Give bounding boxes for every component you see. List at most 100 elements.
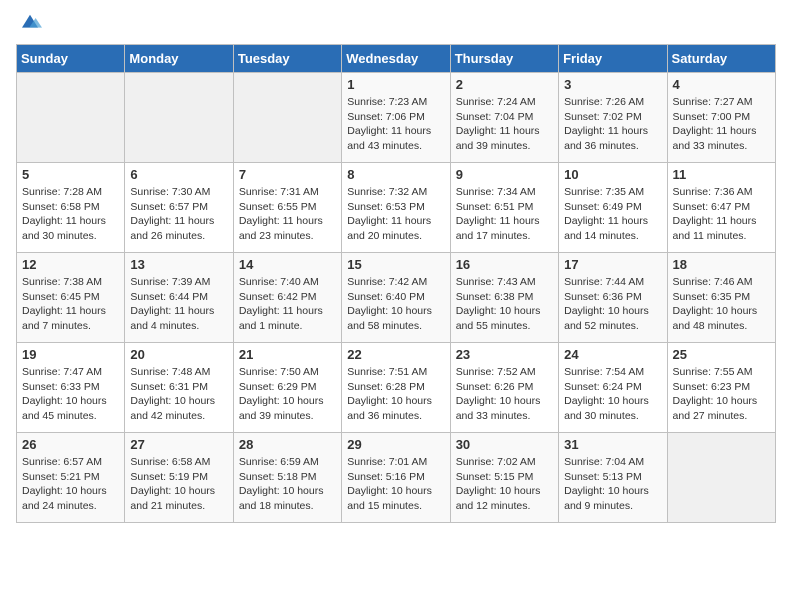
calendar-cell: 10 Sunrise: 7:35 AM Sunset: 6:49 PM Dayli… [559,163,667,253]
calendar-cell: 23 Sunrise: 7:52 AM Sunset: 6:26 PM Dayli… [450,343,558,433]
day-header-thursday: Thursday [450,45,558,73]
day-number: 17 [564,257,661,272]
day-number: 6 [130,167,227,182]
day-number: 3 [564,77,661,92]
day-number: 22 [347,347,444,362]
week-row-3: 12Sunrise: 7:38 AM Sunset: 6:45 PM Dayli… [17,253,776,343]
calendar-cell: 26 Sunrise: 6:57 AM Sunset: 5:21 PM Dayli… [17,433,125,523]
calendar-cell: 29 Sunrise: 7:01 AM Sunset: 5:16 PM Dayli… [342,433,450,523]
day-info: Sunrise: 7:34 AM Sunset: 6:51 PM Dayligh… [456,185,553,244]
day-number: 2 [456,77,553,92]
day-info: Sunrise: 7:48 AM Sunset: 6:31 PM Dayligh… [130,365,227,424]
calendar-cell: 9 Sunrise: 7:34 AM Sunset: 6:51 PM Daylig… [450,163,558,253]
day-info: Sunrise: 7:23 AM Sunset: 7:06 PM Dayligh… [347,95,444,154]
day-info: Sunrise: 7:02 AM Sunset: 5:15 PM Dayligh… [456,455,553,514]
day-number: 24 [564,347,661,362]
day-header-friday: Friday [559,45,667,73]
day-number: 11 [673,167,770,182]
day-number: 5 [22,167,119,182]
day-header-wednesday: Wednesday [342,45,450,73]
days-header-row: SundayMondayTuesdayWednesdayThursdayFrid… [17,45,776,73]
day-header-tuesday: Tuesday [233,45,341,73]
day-number: 9 [456,167,553,182]
day-number: 19 [22,347,119,362]
day-info: Sunrise: 7:51 AM Sunset: 6:28 PM Dayligh… [347,365,444,424]
day-header-monday: Monday [125,45,233,73]
day-number: 4 [673,77,770,92]
day-info: Sunrise: 7:47 AM Sunset: 6:33 PM Dayligh… [22,365,119,424]
day-number: 10 [564,167,661,182]
calendar-cell: 27 Sunrise: 6:58 AM Sunset: 5:19 PM Dayli… [125,433,233,523]
day-number: 16 [456,257,553,272]
calendar-cell [667,433,775,523]
calendar-cell: 16 Sunrise: 7:43 AM Sunset: 6:38 PM Dayli… [450,253,558,343]
day-number: 31 [564,437,661,452]
calendar-cell: 4 Sunrise: 7:27 AM Sunset: 7:00 PM Daylig… [667,73,775,163]
day-number: 27 [130,437,227,452]
calendar-cell: 15 Sunrise: 7:42 AM Sunset: 6:40 PM Dayli… [342,253,450,343]
day-info: Sunrise: 7:28 AM Sunset: 6:58 PM Dayligh… [22,185,119,244]
calendar-cell: 19 Sunrise: 7:47 AM Sunset: 6:33 PM Dayli… [17,343,125,433]
day-info: Sunrise: 7:50 AM Sunset: 6:29 PM Dayligh… [239,365,336,424]
day-info: Sunrise: 7:42 AM Sunset: 6:40 PM Dayligh… [347,275,444,334]
day-info: Sunrise: 7:26 AM Sunset: 7:02 PM Dayligh… [564,95,661,154]
day-number: 25 [673,347,770,362]
day-number: 23 [456,347,553,362]
calendar-cell: 25 Sunrise: 7:55 AM Sunset: 6:23 PM Dayli… [667,343,775,433]
day-number: 1 [347,77,444,92]
day-number: 29 [347,437,444,452]
calendar-cell: 13 Sunrise: 7:39 AM Sunset: 6:44 PM Dayli… [125,253,233,343]
day-info: Sunrise: 7:52 AM Sunset: 6:26 PM Dayligh… [456,365,553,424]
day-number: 26 [22,437,119,452]
calendar-cell [233,73,341,163]
day-info: Sunrise: 7:55 AM Sunset: 6:23 PM Dayligh… [673,365,770,424]
calendar-cell: 24 Sunrise: 7:54 AM Sunset: 6:24 PM Dayli… [559,343,667,433]
day-number: 28 [239,437,336,452]
day-info: Sunrise: 7:04 AM Sunset: 5:13 PM Dayligh… [564,455,661,514]
day-info: Sunrise: 7:36 AM Sunset: 6:47 PM Dayligh… [673,185,770,244]
calendar-cell [17,73,125,163]
calendar-cell: 20Sunrise: 7:48 AM Sunset: 6:31 PM Dayli… [125,343,233,433]
calendar-cell: 21 Sunrise: 7:50 AM Sunset: 6:29 PM Dayli… [233,343,341,433]
day-number: 7 [239,167,336,182]
calendar-cell: 6Sunrise: 7:30 AM Sunset: 6:57 PM Daylig… [125,163,233,253]
day-info: Sunrise: 6:58 AM Sunset: 5:19 PM Dayligh… [130,455,227,514]
day-info: Sunrise: 7:35 AM Sunset: 6:49 PM Dayligh… [564,185,661,244]
week-row-1: 1 Sunrise: 7:23 AM Sunset: 7:06 PM Daylig… [17,73,776,163]
day-info: Sunrise: 7:01 AM Sunset: 5:16 PM Dayligh… [347,455,444,514]
day-info: Sunrise: 7:32 AM Sunset: 6:53 PM Dayligh… [347,185,444,244]
day-number: 30 [456,437,553,452]
calendar-cell: 7Sunrise: 7:31 AM Sunset: 6:55 PM Daylig… [233,163,341,253]
day-info: Sunrise: 7:54 AM Sunset: 6:24 PM Dayligh… [564,365,661,424]
day-header-sunday: Sunday [17,45,125,73]
day-info: Sunrise: 7:44 AM Sunset: 6:36 PM Dayligh… [564,275,661,334]
calendar-cell: 30 Sunrise: 7:02 AM Sunset: 5:15 PM Dayli… [450,433,558,523]
day-number: 13 [130,257,227,272]
calendar-table: SundayMondayTuesdayWednesdayThursdayFrid… [16,44,776,523]
calendar-cell: 12Sunrise: 7:38 AM Sunset: 6:45 PM Dayli… [17,253,125,343]
day-info: Sunrise: 6:57 AM Sunset: 5:21 PM Dayligh… [22,455,119,514]
day-info: Sunrise: 7:27 AM Sunset: 7:00 PM Dayligh… [673,95,770,154]
calendar-cell: 18Sunrise: 7:46 AM Sunset: 6:35 PM Dayli… [667,253,775,343]
day-info: Sunrise: 7:46 AM Sunset: 6:35 PM Dayligh… [673,275,770,334]
calendar-cell: 11 Sunrise: 7:36 AM Sunset: 6:47 PM Dayli… [667,163,775,253]
calendar-cell [125,73,233,163]
logo-icon [18,12,42,32]
day-number: 8 [347,167,444,182]
day-info: Sunrise: 7:39 AM Sunset: 6:44 PM Dayligh… [130,275,227,334]
day-info: Sunrise: 7:40 AM Sunset: 6:42 PM Dayligh… [239,275,336,334]
calendar-cell: 22 Sunrise: 7:51 AM Sunset: 6:28 PM Dayli… [342,343,450,433]
calendar-cell: 31 Sunrise: 7:04 AM Sunset: 5:13 PM Dayli… [559,433,667,523]
day-info: Sunrise: 7:43 AM Sunset: 6:38 PM Dayligh… [456,275,553,334]
calendar-cell: 5 Sunrise: 7:28 AM Sunset: 6:58 PM Daylig… [17,163,125,253]
week-row-4: 19 Sunrise: 7:47 AM Sunset: 6:33 PM Dayli… [17,343,776,433]
day-number: 14 [239,257,336,272]
calendar-cell: 17 Sunrise: 7:44 AM Sunset: 6:36 PM Dayli… [559,253,667,343]
day-number: 15 [347,257,444,272]
calendar-cell: 14 Sunrise: 7:40 AM Sunset: 6:42 PM Dayli… [233,253,341,343]
calendar-cell: 2 Sunrise: 7:24 AM Sunset: 7:04 PM Daylig… [450,73,558,163]
logo [16,16,42,32]
day-number: 21 [239,347,336,362]
day-info: Sunrise: 7:24 AM Sunset: 7:04 PM Dayligh… [456,95,553,154]
day-header-saturday: Saturday [667,45,775,73]
